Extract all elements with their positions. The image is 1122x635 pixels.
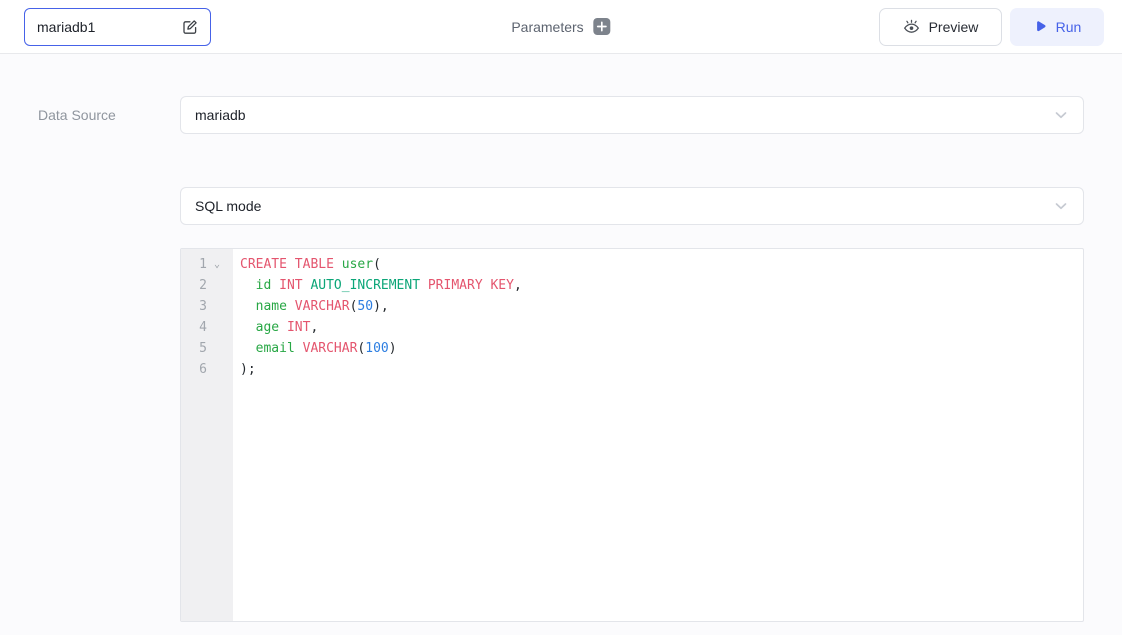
- code-line[interactable]: email VARCHAR(100): [240, 338, 1083, 359]
- edit-pencil-icon: [182, 19, 198, 35]
- line-number: 5: [181, 338, 233, 359]
- data-source-label: Data Source: [38, 96, 116, 134]
- line-number: 2: [181, 275, 233, 296]
- plus-icon: [597, 21, 608, 32]
- play-icon: [1033, 20, 1047, 34]
- line-number[interactable]: 1⌄: [181, 254, 233, 275]
- code-line[interactable]: id INT AUTO_INCREMENT PRIMARY KEY,: [240, 275, 1083, 296]
- line-number: 4: [181, 317, 233, 338]
- code-line[interactable]: age INT,: [240, 317, 1083, 338]
- preview-button[interactable]: Preview: [879, 8, 1002, 46]
- eye-icon: [903, 19, 920, 36]
- data-source-select[interactable]: mariadb: [180, 96, 1084, 134]
- data-source-value: mariadb: [195, 107, 1053, 123]
- parameters-group: Parameters: [511, 0, 610, 53]
- add-parameter-button[interactable]: [594, 18, 611, 35]
- code-line[interactable]: name VARCHAR(50),: [240, 296, 1083, 317]
- line-number: 6: [181, 359, 233, 380]
- editor-gutter: 1⌄23456: [181, 249, 233, 621]
- code-line[interactable]: );: [240, 359, 1083, 380]
- editor-code[interactable]: CREATE TABLE user( id INT AUTO_INCREMENT…: [233, 249, 1083, 621]
- chevron-down-icon: [1053, 198, 1069, 214]
- line-number: 3: [181, 296, 233, 317]
- run-button[interactable]: Run: [1010, 8, 1104, 46]
- run-label: Run: [1056, 19, 1082, 35]
- app-header: Parameters Preview: [0, 0, 1122, 54]
- query-name-box[interactable]: [24, 8, 211, 46]
- fold-arrow-icon[interactable]: ⌄: [207, 260, 227, 270]
- sql-editor[interactable]: 1⌄23456 CREATE TABLE user( id INT AUTO_I…: [180, 248, 1084, 622]
- chevron-down-icon: [1053, 107, 1069, 123]
- preview-label: Preview: [929, 19, 979, 35]
- parameters-label: Parameters: [511, 19, 583, 35]
- sql-mode-select[interactable]: SQL mode: [180, 187, 1084, 225]
- header-actions: Preview Run: [879, 8, 1104, 46]
- sql-mode-value: SQL mode: [195, 198, 1053, 214]
- query-name-input[interactable]: [37, 19, 174, 35]
- code-line[interactable]: CREATE TABLE user(: [240, 254, 1083, 275]
- rename-button[interactable]: [182, 19, 198, 35]
